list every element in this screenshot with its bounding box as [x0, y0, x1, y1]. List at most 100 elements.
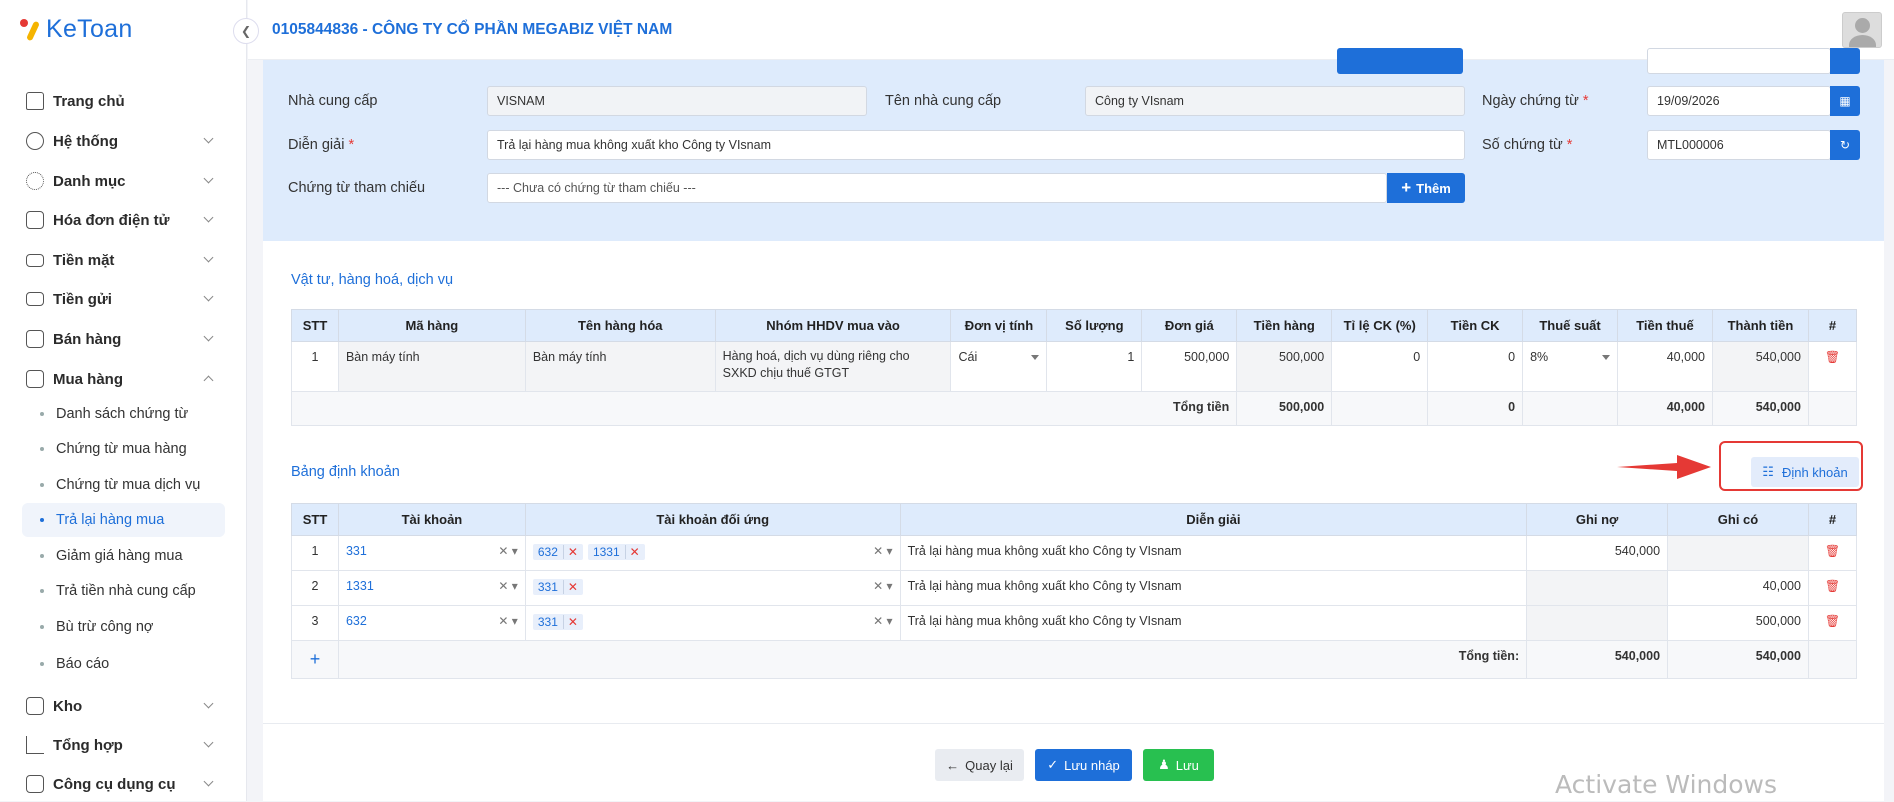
save-draft-button[interactable]: ✓ Lưu nháp [1035, 749, 1132, 781]
counter-account-select[interactable]: 331 ✕ ✕ ▾ [524, 605, 901, 641]
bank-icon [26, 292, 44, 306]
cell-code[interactable]: Bàn máy tính [337, 341, 526, 392]
cell-tax-rate-select[interactable]: 8% [1522, 341, 1619, 392]
chevron-down-icon [203, 776, 214, 787]
cell-tax[interactable]: 40,000 [1617, 341, 1713, 392]
goods-table: STT Mã hàng Tên hàng hóa Nhóm HHDV mua v… [290, 309, 1858, 426]
col-name: Tên hàng hóa [524, 309, 716, 342]
cell-disc-amount[interactable]: 0 [1427, 341, 1524, 392]
sidebar-item-purchase[interactable]: Mua hàng [0, 361, 247, 397]
cell-qty[interactable]: 1 [1046, 341, 1143, 392]
cell-credit [1667, 535, 1809, 571]
sidebar-item-sales[interactable]: Bán hàng [0, 321, 247, 357]
account-select[interactable]: 331 ✕ ▾ [337, 535, 526, 571]
bullet-icon [40, 589, 44, 593]
add-row-button[interactable]: + [291, 640, 339, 679]
remove-tag-icon[interactable]: ✕ [562, 580, 578, 594]
delete-row-button[interactable]: 🗑 [1807, 605, 1858, 641]
cell-description[interactable]: Trả lại hàng mua không xuất kho Công ty … [899, 570, 1528, 606]
total-disc: 0 [1427, 391, 1524, 426]
sidebar-subitem-purchase-return[interactable]: Trả lại hàng mua [22, 503, 225, 537]
sidebar-item-tools[interactable]: Công cụ dụng cụ [0, 766, 247, 802]
clear-and-dropdown-icon: ✕ ▾ [498, 579, 518, 593]
cell-description[interactable]: Trả lại hàng mua không xuất kho Công ty … [899, 535, 1528, 571]
account-select[interactable]: 1331 ✕ ▾ [337, 570, 526, 606]
cell-disc-rate[interactable]: 0 [1331, 341, 1429, 392]
delete-row-button[interactable]: 🗑 [1807, 570, 1858, 606]
counter-account-select[interactable]: 632 ✕ 1331 ✕ ✕ ▾ [524, 535, 901, 571]
building-icon [26, 211, 44, 229]
desc-label: Diễn giải * [288, 137, 355, 153]
sidebar-item-catalog[interactable]: Danh mục [0, 163, 247, 199]
grid-icon [26, 172, 44, 190]
delete-row-button[interactable]: 🗑 [1807, 341, 1858, 392]
description-field[interactable]: Trả lại hàng mua không xuất kho Công ty … [487, 130, 1465, 160]
cell-name[interactable]: Bàn máy tính [524, 341, 716, 392]
sidebar-item-system[interactable]: Hệ thống [0, 123, 247, 159]
cell-unit-select[interactable]: Cái [950, 341, 1048, 392]
remove-tag-icon[interactable]: ✕ [562, 615, 578, 629]
counter-account-select[interactable]: 331 ✕ ✕ ▾ [524, 570, 901, 606]
goods-section-title: Vật tư, hàng hoá, dịch vụ [291, 272, 454, 288]
col-description: Diễn giải [899, 503, 1528, 536]
sidebar-item-deposit[interactable]: Tiền gửi [0, 281, 247, 317]
account-tag: 331 ✕ [532, 579, 583, 595]
cell-debit[interactable]: 540,000 [1526, 535, 1669, 571]
sidebar-subitem-doc-list[interactable]: Danh sách chứng từ [22, 397, 225, 431]
total-debit: 540,000 [1526, 640, 1669, 679]
logo-mark-icon [18, 16, 44, 42]
clear-and-dropdown-icon: ✕ ▾ [498, 614, 518, 628]
sidebar: KeToan Trang chủ Hệ thống Danh mục Hóa đ… [0, 0, 247, 801]
cell-description[interactable]: Trả lại hàng mua không xuất kho Công ty … [899, 605, 1528, 641]
sidebar-subitem-report[interactable]: Báo cáo [22, 647, 225, 681]
chevron-down-icon [203, 331, 214, 342]
delete-row-button[interactable]: 🗑 [1807, 535, 1858, 571]
top-calendar-button[interactable] [1830, 48, 1860, 74]
sidebar-item-cash[interactable]: Tiền mặt [0, 242, 247, 278]
top-date-field[interactable] [1647, 48, 1831, 74]
remove-tag-icon[interactable]: ✕ [562, 545, 578, 559]
doc-date-field[interactable]: 19/09/2026 [1647, 86, 1831, 116]
account-select[interactable]: 632 ✕ ▾ [337, 605, 526, 641]
col-counter-account: Tài khoản đối ứng [524, 503, 901, 536]
sidebar-subitem-purchase-doc[interactable]: Chứng từ mua hàng [22, 432, 225, 466]
doc-number-field[interactable]: MTL000006 [1647, 130, 1831, 160]
supplier-code-field[interactable]: VISNAM [487, 86, 867, 116]
cell-price[interactable]: 500,000 [1141, 341, 1238, 392]
cell-group[interactable]: Hàng hoá, dịch vụ dùng riêng cho SXKD ch… [714, 341, 952, 392]
brand-name: KeToan [46, 14, 133, 43]
sidebar-subitem-service-doc[interactable]: Chứng từ mua dịch vụ [22, 468, 225, 502]
sidebar-item-warehouse[interactable]: Kho [0, 688, 247, 724]
cell-total: 540,000 [1711, 341, 1809, 392]
cell-credit[interactable]: 500,000 [1667, 605, 1809, 641]
supplier-name-field[interactable]: Công ty VIsnam [1085, 86, 1465, 116]
total-amount: 500,000 [1236, 391, 1333, 426]
remove-tag-icon[interactable]: ✕ [624, 545, 640, 559]
add-ref-button[interactable]: + Thêm [1387, 173, 1465, 203]
sidebar-item-einvoice[interactable]: Hóa đơn điện tử [0, 202, 247, 238]
back-button[interactable]: ← Quay lại [935, 749, 1024, 781]
clear-and-dropdown-icon: ✕ ▾ [873, 579, 893, 593]
tool-icon [26, 775, 44, 793]
sidebar-item-summary[interactable]: Tổng hợp [0, 727, 247, 763]
avatar[interactable] [1842, 12, 1882, 48]
sidebar-subitem-offset-debt[interactable]: Bù trừ công nợ [22, 610, 225, 644]
chevron-down-icon [203, 737, 214, 748]
refresh-number-button[interactable]: ↻ [1830, 130, 1860, 160]
sidebar-subitem-purchase-discount[interactable]: Giảm giá hàng mua [22, 539, 225, 573]
clear-and-dropdown-icon: ✕ ▾ [498, 544, 518, 558]
save-button[interactable]: ♟ Lưu [1143, 749, 1214, 781]
collapse-sidebar-button[interactable]: ❮ [233, 18, 259, 44]
sidebar-item-home[interactable]: Trang chủ [0, 83, 247, 119]
post-accounting-button[interactable]: ☷ Định khoản [1751, 457, 1859, 487]
logo[interactable]: KeToan [18, 14, 133, 44]
calendar-button[interactable]: ▦ [1830, 86, 1860, 116]
gear-icon [26, 132, 44, 150]
top-action-button[interactable] [1337, 48, 1463, 74]
cell-credit[interactable]: 40,000 [1667, 570, 1809, 606]
trash-icon: 🗑 [1824, 614, 1841, 628]
bullet-icon [40, 447, 44, 451]
accounting-section-title: Bảng định khoản [291, 464, 400, 480]
ref-doc-field[interactable]: --- Chưa có chứng từ tham chiếu --- [487, 173, 1387, 203]
sidebar-subitem-pay-supplier[interactable]: Trả tiền nhà cung cấp [22, 574, 225, 608]
